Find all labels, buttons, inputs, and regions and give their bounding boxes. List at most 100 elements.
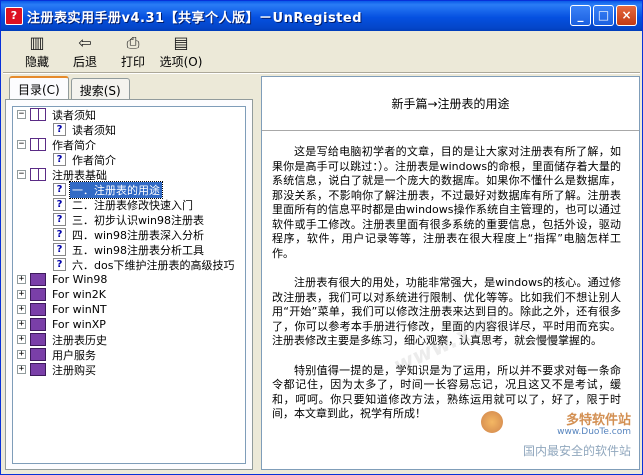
- tree-node[interactable]: ? 三．初步认识win98注册表: [13, 212, 245, 227]
- tree-node[interactable]: ? 五．win98注册表分析工具: [13, 242, 245, 257]
- tree-node[interactable]: + 注册购买: [13, 362, 245, 377]
- tree-node-label: 注册购买: [52, 363, 96, 377]
- tree-node-label: 四．win98注册表深入分析: [72, 228, 205, 242]
- help-topic-icon: ?: [53, 228, 66, 241]
- tree-node[interactable]: ? 一．注册表的用途: [13, 180, 245, 199]
- tab-contents[interactable]: 目录(C): [9, 76, 69, 100]
- window-controls: _ □ ×: [570, 5, 637, 26]
- tree-node[interactable]: ? 六．dos下维护注册表的高级技巧: [13, 257, 245, 272]
- help-topic-icon: ?: [53, 123, 66, 136]
- tree-node-label: 作者简介: [52, 138, 96, 152]
- options-icon: ▤: [173, 33, 189, 52]
- tree-node[interactable]: + 用户服务: [13, 347, 245, 362]
- tab-search[interactable]: 搜索(S): [70, 78, 130, 100]
- toolbar-divider: [3, 72, 640, 74]
- closed-book-icon: [30, 333, 46, 346]
- site-watermark: 多特软件站 www.DuoTe.com 国内最安全的软件站: [481, 409, 631, 461]
- toolbar: ▥ 隐藏 ⇦ 后退 ⎙ 打印 ▤ 选项(O): [3, 32, 640, 72]
- back-button[interactable]: ⇦ 后退: [61, 32, 109, 70]
- topic-paragraph: 这是写给电脑初学者的文章，目的是让大家对注册表有所了解，如果你是高手可以跳过：）…: [272, 145, 621, 260]
- closed-book-icon: [30, 303, 46, 316]
- expand-icon[interactable]: +: [17, 335, 26, 344]
- expand-icon[interactable]: +: [17, 305, 26, 314]
- options-button[interactable]: ▤ 选项(O): [157, 32, 205, 70]
- tree-node[interactable]: ? 作者简介: [13, 152, 245, 167]
- tree-node[interactable]: − 注册表基础: [13, 167, 245, 182]
- window-title: 注册表实用手册v4.31【共享个人版】－UnRegisted: [27, 10, 363, 26]
- tree-node-label: For winXP: [52, 318, 106, 331]
- expand-icon[interactable]: +: [17, 275, 26, 284]
- tree-node-label: 六．dos下维护注册表的高级技巧: [72, 258, 235, 272]
- hide-label: 隐藏: [24, 55, 49, 69]
- tree-node-label: For Win98: [52, 273, 108, 286]
- tree-node-label: For winNT: [52, 303, 107, 316]
- topic-body: 这是写给电脑初学者的文章，目的是让大家对注册表有所了解，如果你是高手可以跳过：）…: [262, 131, 639, 422]
- tree-node[interactable]: ? 读者须知: [13, 122, 245, 137]
- tree-node-label: 读者须知: [52, 108, 96, 122]
- tree-node-label: For win2K: [52, 288, 106, 301]
- back-label: 后退: [72, 55, 97, 69]
- tree-node[interactable]: + For win2K: [13, 287, 245, 302]
- tree-node[interactable]: + For Win98: [13, 272, 245, 287]
- expand-icon[interactable]: +: [17, 365, 26, 374]
- collapse-icon[interactable]: −: [17, 140, 26, 149]
- tree-node[interactable]: ? 二．注册表修改快速入门: [13, 197, 245, 212]
- hide-button[interactable]: ▥ 隐藏: [13, 32, 61, 70]
- closed-book-icon: [30, 288, 46, 301]
- tree-node-label: 读者须知: [72, 123, 116, 137]
- print-button[interactable]: ⎙ 打印: [109, 32, 157, 70]
- expand-icon[interactable]: +: [17, 320, 26, 329]
- closed-book-icon: [30, 318, 46, 331]
- watermark-site-name: 多特软件站: [565, 413, 631, 428]
- tree-node[interactable]: + 注册表历史: [13, 332, 245, 347]
- app-window: ? 注册表实用手册v4.31【共享个人版】－UnRegisted _ □ × ▥…: [0, 0, 643, 475]
- tree-node-label: 作者简介: [72, 153, 116, 167]
- open-book-icon: [30, 108, 46, 121]
- contents-tree[interactable]: − 读者须知? 读者须知 − 作者简介? 作者简介 − 注册表基础? 一．注册表的用途? 二．注册…: [12, 106, 246, 464]
- tree-node[interactable]: + For winNT: [13, 302, 245, 317]
- nav-tabs: 目录(C) 搜索(S): [9, 76, 132, 100]
- help-topic-icon: ?: [53, 213, 66, 226]
- topic-pane[interactable]: 新手篇→注册表的用途 这是写给电脑初学者的文章，目的是让大家对注册表有所了解，如…: [261, 76, 640, 470]
- expand-icon[interactable]: +: [17, 350, 26, 359]
- close-button[interactable]: ×: [616, 5, 637, 26]
- maximize-button[interactable]: □: [593, 5, 614, 26]
- open-book-icon: [30, 138, 46, 151]
- expand-icon[interactable]: +: [17, 290, 26, 299]
- collapse-icon[interactable]: −: [17, 170, 26, 179]
- title-bar[interactable]: ? 注册表实用手册v4.31【共享个人版】－UnRegisted _ □ ×: [1, 1, 642, 31]
- tree-node-label: 五．win98注册表分析工具: [72, 243, 205, 257]
- tree-node[interactable]: − 作者简介: [13, 137, 245, 152]
- topic-header: 新手篇→注册表的用途: [262, 77, 639, 131]
- help-topic-icon: ?: [53, 198, 66, 211]
- open-book-icon: [30, 168, 46, 181]
- closed-book-icon: [30, 348, 46, 361]
- collapse-icon[interactable]: −: [17, 110, 26, 119]
- back-arrow-icon: ⇦: [78, 33, 92, 52]
- help-topic-icon: ?: [53, 153, 66, 166]
- site-logo-icon: [481, 411, 503, 433]
- tree-node-label: 二．注册表修改快速入门: [72, 198, 193, 212]
- hide-pane-icon: ▥: [29, 33, 45, 52]
- help-topic-icon: ?: [53, 243, 66, 256]
- help-topic-icon: ?: [53, 258, 66, 271]
- watermark-slogan: 国内最安全的软件站: [522, 444, 631, 458]
- closed-book-icon: [30, 273, 46, 286]
- contents-panel: − 读者须知? 读者须知 − 作者简介? 作者简介 − 注册表基础? 一．注册表的用途? 二．注册…: [5, 99, 253, 470]
- app-icon: ?: [5, 7, 23, 25]
- tree-node-label: 一．注册表的用途: [69, 180, 163, 199]
- tree-node[interactable]: − 读者须知: [13, 107, 245, 122]
- navigation-pane: 目录(C) 搜索(S) − 读者须知? 读者须知 − 作者简介? 作者简介 − 注册表基础? 一…: [5, 76, 255, 470]
- printer-icon: ⎙: [126, 33, 140, 52]
- tree-node[interactable]: ? 四．win98注册表深入分析: [13, 227, 245, 242]
- minimize-button[interactable]: _: [570, 5, 591, 26]
- print-label: 打印: [120, 55, 145, 69]
- tree-node-label: 三．初步认识win98注册表: [72, 213, 205, 227]
- tree-node-label: 用户服务: [52, 348, 96, 362]
- options-label: 选项(O): [159, 55, 203, 69]
- closed-book-icon: [30, 363, 46, 376]
- help-topic-icon: ?: [53, 183, 66, 196]
- tree-node-label: 注册表历史: [52, 333, 107, 347]
- tree-node-label: 注册表基础: [52, 168, 107, 182]
- tree-node[interactable]: + For winXP: [13, 317, 245, 332]
